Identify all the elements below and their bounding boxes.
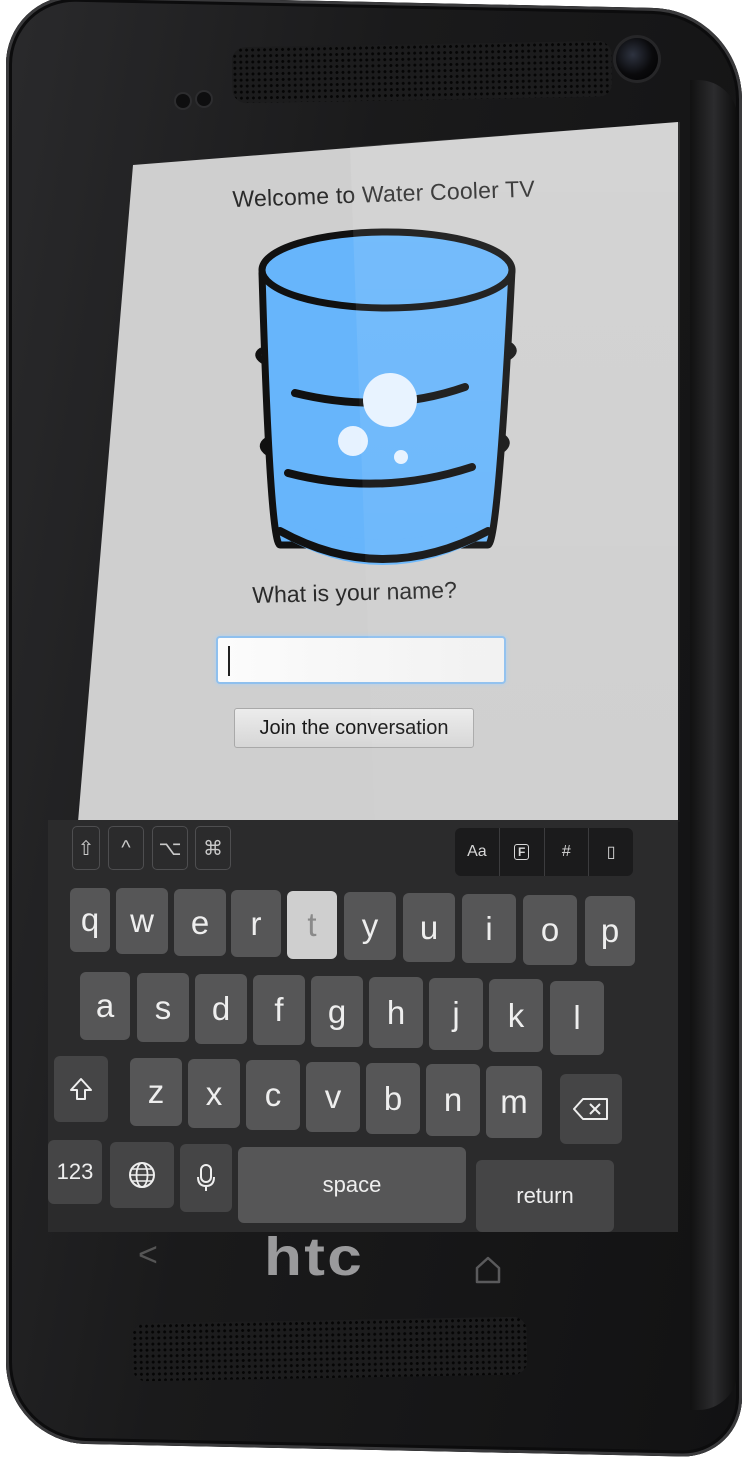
key-o[interactable]: o — [523, 895, 577, 965]
toolbar-ctrl-key[interactable]: ^ — [108, 826, 144, 870]
keyboard-mode-selector: Aa F # ▯ — [455, 828, 633, 876]
key-j[interactable]: j — [429, 978, 483, 1050]
key-n[interactable]: n — [426, 1064, 480, 1136]
space-key[interactable]: space — [238, 1147, 466, 1223]
globe-key[interactable] — [110, 1142, 174, 1208]
key-m[interactable]: m — [486, 1066, 542, 1138]
shift-key[interactable] — [54, 1056, 108, 1122]
clipboard-mode-button[interactable]: ▯ — [588, 828, 633, 876]
font-mode-button[interactable]: Aa — [455, 828, 499, 876]
home-nav-icon[interactable] — [474, 1255, 502, 1285]
toolbar-option-key[interactable]: ⌥ — [152, 826, 188, 870]
key-g[interactable]: g — [311, 976, 363, 1047]
text-caret — [228, 646, 230, 676]
name-prompt: What is your name? — [252, 576, 458, 608]
key-d[interactable]: d — [195, 974, 247, 1044]
water-cooler-logo-icon — [255, 228, 517, 565]
key-t[interactable]: t — [287, 891, 337, 959]
key-x[interactable]: x — [188, 1059, 240, 1128]
key-s[interactable]: s — [137, 973, 189, 1042]
key-q[interactable]: q — [70, 888, 110, 952]
key-u[interactable]: u — [403, 893, 455, 962]
back-nav-icon[interactable]: < — [138, 1236, 158, 1275]
key-w[interactable]: w — [116, 888, 168, 954]
key-l[interactable]: l — [550, 981, 604, 1055]
key-k[interactable]: k — [489, 979, 543, 1052]
light-sensor — [197, 92, 211, 106]
name-input[interactable] — [216, 636, 506, 684]
key-h[interactable]: h — [369, 977, 423, 1048]
key-a[interactable]: a — [80, 972, 130, 1040]
format-mode-button[interactable]: F — [498, 828, 544, 876]
proximity-sensor — [176, 94, 190, 108]
join-conversation-button[interactable]: Join the conversation — [234, 708, 474, 748]
key-e[interactable]: e — [174, 889, 226, 956]
format-mode-label: F — [513, 844, 530, 860]
key-v[interactable]: v — [306, 1062, 360, 1132]
top-speaker-grille — [231, 40, 613, 104]
globe-icon — [129, 1162, 155, 1188]
key-f[interactable]: f — [253, 975, 305, 1045]
symbols-mode-button[interactable]: # — [543, 828, 589, 876]
key-z[interactable]: z — [130, 1058, 182, 1126]
key-y[interactable]: y — [344, 892, 396, 960]
dictation-key[interactable] — [180, 1144, 232, 1212]
backspace-key[interactable] — [560, 1074, 622, 1144]
key-i[interactable]: i — [462, 894, 516, 963]
front-camera — [616, 38, 658, 80]
microphone-icon — [197, 1164, 215, 1191]
numbers-key[interactable]: 123 — [48, 1140, 102, 1204]
shift-arrow-icon — [70, 1078, 92, 1100]
toolbar-shift-key[interactable]: ⇧ — [72, 826, 100, 870]
key-b[interactable]: b — [366, 1063, 420, 1134]
key-c[interactable]: c — [246, 1060, 300, 1130]
return-key[interactable]: return — [476, 1160, 614, 1232]
toolbar-command-key[interactable]: ⌘ — [195, 826, 231, 870]
phone-side-edge — [690, 80, 738, 1410]
key-p[interactable]: p — [585, 896, 635, 966]
key-r[interactable]: r — [231, 890, 281, 957]
brand-logo: htc — [264, 1227, 365, 1287]
backspace-icon — [573, 1098, 608, 1120]
bottom-speaker-grille — [131, 1316, 528, 1382]
